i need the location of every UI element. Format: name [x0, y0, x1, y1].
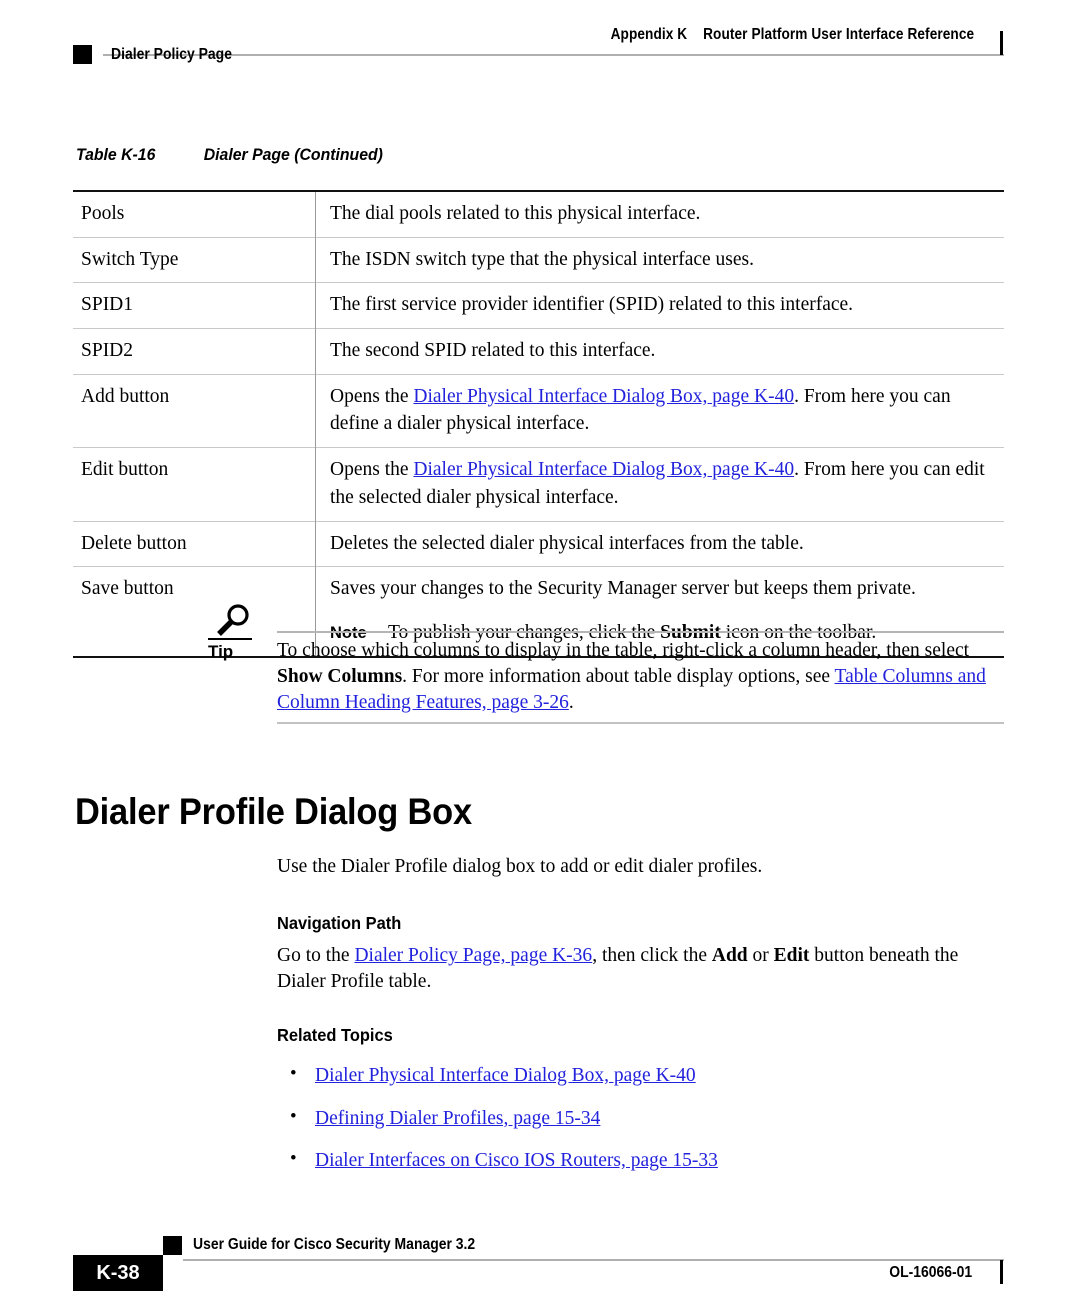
table-cell-description: The first service provider identifier (S…: [330, 294, 854, 316]
related-topic-link[interactable]: Dialer Physical Interface Dialog Box, pa…: [315, 1065, 696, 1086]
table-cell-term: Switch Type: [73, 237, 316, 283]
table-row: SPID2 The second SPID related to this in…: [73, 328, 1004, 375]
table-row: SPID1 The first service provider identif…: [73, 282, 1004, 329]
dialer-page-table: Pools The dial pools related to this phy…: [73, 190, 1004, 658]
list-item: • Dialer Physical Interface Dialog Box, …: [277, 1063, 1007, 1088]
table-caption-number: Table K-16: [76, 145, 156, 164]
footer-rule: [183, 1259, 1004, 1261]
table-cell-description: Opens the Dialer Physical Interface Dial…: [316, 448, 1005, 521]
table-cell-description: The second SPID related to this interfac…: [330, 340, 656, 362]
cross-reference-link[interactable]: Dialer Physical Interface Dialog Box, pa…: [413, 459, 794, 480]
desc-text-prefix: Opens the: [330, 385, 414, 407]
section-body: Use the Dialer Profile dialog box to add…: [277, 834, 1007, 1173]
change-bar-bottom: [1000, 1260, 1003, 1284]
bullet-icon: •: [290, 1063, 297, 1085]
table-row: Switch Type The ISDN switch type that th…: [73, 237, 1004, 283]
tip-rule-bottom: [277, 722, 1004, 724]
related-topic-link[interactable]: Dialer Interfaces on Cisco IOS Routers, …: [315, 1150, 718, 1171]
nav-text-or: or: [747, 945, 774, 967]
table-row: Add button Opens the Dialer Physical Int…: [73, 374, 1005, 448]
bullet-icon: •: [290, 1147, 297, 1169]
table-cell-term: Pools: [73, 191, 316, 238]
table-cell-description: The ISDN switch type that the physical i…: [330, 248, 755, 270]
bullet-icon: •: [290, 1105, 297, 1127]
page-footer: User Guide for Cisco Security Manager 3.…: [73, 1224, 1004, 1294]
table-cell-description: Deletes the selected dialer physical int…: [330, 532, 804, 554]
table-cell-description: The dial pools related to this physical …: [330, 203, 701, 224]
table-row: Pools The dial pools related to this phy…: [73, 191, 1004, 238]
table-cell-term: SPID2: [73, 328, 316, 375]
table-cell-term: Edit button: [73, 447, 316, 521]
navigation-path-paragraph: Go to the Dialer Policy Page, page K-36,…: [277, 943, 1007, 995]
desc-text: Saves your changes to the Security Manag…: [330, 578, 916, 600]
change-bar-top: [1000, 31, 1003, 55]
table-caption-title: Dialer Page (Continued): [203, 145, 383, 164]
page-title: Dialer Profile Dialog Box: [75, 790, 472, 832]
cross-reference-link[interactable]: Dialer Physical Interface Dialog Box, pa…: [413, 386, 794, 407]
magnifier-icon: [217, 604, 249, 636]
related-topic-link[interactable]: Defining Dialer Profiles, page 15-34: [315, 1108, 600, 1129]
intro-paragraph: Use the Dialer Profile dialog box to add…: [277, 855, 763, 877]
header-appendix-label: Appendix K: [610, 26, 688, 43]
tip-text: To choose which columns to display in th…: [277, 638, 1007, 716]
header-bullet-square-icon: [73, 45, 92, 64]
document-page: Appendix K Router Platform User Interface…: [0, 0, 1080, 1311]
header-reference-title: Router Platform User Interface Reference: [702, 26, 974, 43]
table-caption: Table K-16 Dialer Page (Continued): [76, 145, 383, 165]
related-topics-heading: Related Topics: [277, 1025, 393, 1046]
tip-text-part1: To choose which columns to display in th…: [277, 640, 970, 661]
tip-icon-rule: [208, 638, 252, 640]
nav-text-mid: , then click the: [592, 945, 712, 967]
list-item: • Defining Dialer Profiles, page 15-34: [277, 1106, 1007, 1131]
header-rule: [103, 54, 1004, 56]
page-header: Appendix K Router Platform User Interface…: [73, 26, 1004, 86]
related-topics-list: • Dialer Physical Interface Dialog Box, …: [277, 1063, 1007, 1173]
tip-text-part3: .: [568, 691, 574, 713]
header-title: Appendix K Router Platform User Interface…: [610, 26, 974, 44]
table-cell-term: Delete button: [73, 521, 316, 567]
tip-rule-top: [277, 631, 1004, 633]
footer-guide-title: User Guide for Cisco Security Manager 3.…: [193, 1236, 476, 1253]
table-row: Delete button Deletes the selected diale…: [73, 521, 1004, 567]
tip-bold-term: Show Columns: [277, 665, 403, 687]
table-row: Edit button Opens the Dialer Physical In…: [73, 447, 1005, 521]
desc-text-prefix: Opens the: [330, 459, 414, 481]
footer-bullet-square-icon: [163, 1236, 182, 1255]
table-cell-description: Opens the Dialer Physical Interface Dial…: [316, 374, 1005, 447]
footer-page-number: K-38: [96, 1262, 140, 1284]
nav-bold-add: Add: [711, 945, 748, 967]
nav-bold-edit: Edit: [773, 945, 810, 967]
navigation-cross-reference-link[interactable]: Dialer Policy Page, page K-36: [354, 945, 592, 966]
footer-document-number: OL-16066-01: [889, 1264, 972, 1281]
list-item: • Dialer Interfaces on Cisco IOS Routers…: [277, 1148, 1007, 1173]
tip-text-part2: . For more information about table displ…: [402, 665, 835, 687]
tip-label: Tip: [208, 642, 234, 661]
navigation-path-heading: Navigation Path: [277, 913, 402, 934]
table-cell-term: SPID1: [73, 282, 316, 329]
table-cell-term: Add button: [73, 374, 316, 448]
nav-text-prefix: Go to the: [277, 945, 355, 967]
header-subtitle: Dialer Policy Page: [111, 46, 232, 63]
